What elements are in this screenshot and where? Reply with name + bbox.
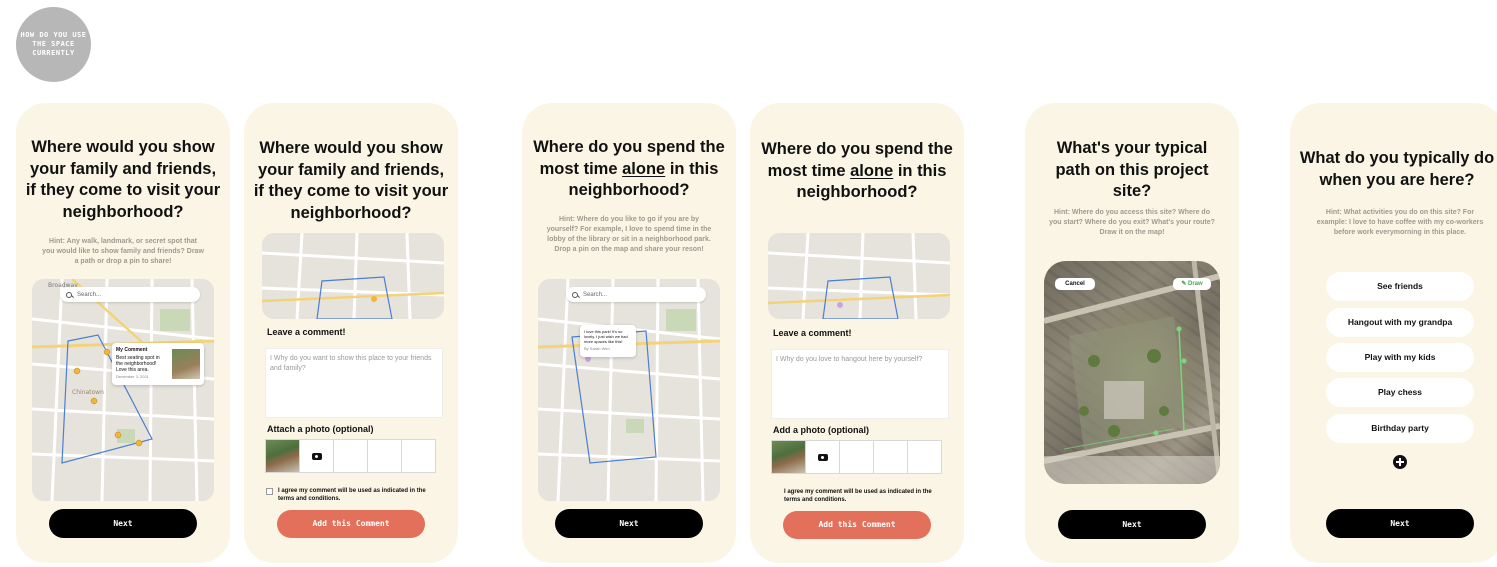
add-option-icon[interactable] [1393, 455, 1407, 469]
terms-agreement: I agree my comment will be used as indic… [266, 487, 442, 503]
camera-icon [817, 453, 828, 461]
map-preview [262, 233, 444, 319]
screen-title: Where would you show your family and fri… [253, 139, 449, 222]
next-button[interactable]: Next [1326, 509, 1474, 538]
cancel-button[interactable]: Cancel [1055, 278, 1095, 290]
camera-icon [311, 452, 322, 460]
aerial-graphic [1044, 261, 1220, 484]
hint-text: Hint: What activities you do on this sit… [1316, 209, 1484, 236]
screen-show-family-comment: Where would you show your family and fri… [244, 103, 458, 563]
screen-show-family-map: Where would you show your family and fri… [16, 103, 230, 563]
screen-title: What's your typical path on this project… [1055, 139, 1209, 200]
photo-label: Attach a photo (optional) [267, 424, 374, 434]
photo-thumbnail[interactable] [265, 439, 300, 473]
next-button[interactable]: Next [49, 509, 197, 538]
hint-text: Hint: Where do you like to go if you are… [546, 216, 712, 253]
map-graphic: Broadway Chinatown [32, 279, 214, 501]
option-hangout-grandpa[interactable]: Hangout with my grandpa [1326, 308, 1474, 337]
comment-label: Leave a comment! [267, 327, 346, 337]
next-button[interactable]: Next [555, 509, 703, 538]
add-photo-button[interactable] [805, 440, 840, 474]
screen-title: Where do you spend the most time alone i… [533, 138, 725, 199]
next-button[interactable]: Next [1058, 510, 1206, 539]
screen-activities: What do you typically do when you are he… [1290, 103, 1497, 563]
photo-slot[interactable] [367, 439, 402, 473]
screen-alone-map: Where do you spend the most time alone i… [522, 103, 736, 563]
add-comment-button[interactable]: Add this Comment [783, 511, 931, 539]
search-input[interactable]: Search... [60, 287, 200, 302]
photo-thumbnail[interactable] [771, 440, 806, 474]
add-photo-button[interactable] [299, 439, 334, 473]
terms-agreement: I agree my comment will be used as indic… [784, 489, 932, 503]
photo-slot[interactable] [907, 440, 942, 474]
comment-textarea[interactable]: I Why do you want to show this place to … [265, 348, 443, 418]
photo-slot[interactable] [401, 439, 436, 473]
option-play-chess[interactable]: Play chess [1326, 378, 1474, 407]
popup-photo [172, 349, 200, 379]
map-view[interactable]: Search... I love this park! It's so love… [538, 279, 720, 501]
search-icon [572, 291, 578, 298]
map-graphic [262, 233, 444, 319]
photo-slot[interactable] [333, 439, 368, 473]
comment-textarea[interactable]: I Why do you love to hangout here by you… [771, 349, 949, 419]
comment-popup[interactable]: I love this park! It's so lovely. I just… [580, 325, 636, 357]
photo-label: Add a photo (optional) [773, 425, 869, 435]
search-icon [66, 291, 72, 298]
hint-text: Hint: Any walk, landmark, or secret spot… [42, 238, 204, 265]
aerial-map[interactable]: Cancel ✎ Draw [1044, 261, 1220, 484]
comment-popup[interactable]: My Comment Best seating spot in the neig… [112, 343, 204, 385]
comment-label: Leave a comment! [773, 328, 852, 338]
draw-button[interactable]: ✎ Draw [1173, 278, 1211, 290]
svg-text:Chinatown: Chinatown [72, 389, 104, 396]
photo-slot[interactable] [873, 440, 908, 474]
option-play-kids[interactable]: Play with my kids [1326, 343, 1474, 372]
screen-title: What do you typically do when you are he… [1299, 149, 1495, 189]
map-view[interactable]: Broadway Chinatown Search... My Comment … [32, 279, 214, 501]
screen-alone-comment: Where do you spend the most time alone i… [750, 103, 964, 563]
photo-slots [771, 440, 942, 474]
map-graphic [538, 279, 720, 501]
screen-typical-path: What's your typical path on this project… [1025, 103, 1239, 563]
option-birthday-party[interactable]: Birthday party [1326, 414, 1474, 443]
search-input[interactable]: Search... [566, 287, 706, 302]
section-badge: HOW DO YOU USE THE SPACE CURRENTLY [16, 7, 91, 82]
photo-slot[interactable] [839, 440, 874, 474]
hint-text: Hint: Where do you access this site? Whe… [1049, 209, 1215, 236]
map-preview [768, 233, 950, 319]
pencil-icon: ✎ [1181, 281, 1189, 287]
map-graphic [768, 233, 950, 319]
terms-checkbox[interactable] [266, 487, 273, 495]
screen-title: Where would you show your family and fri… [25, 138, 221, 221]
option-see-friends[interactable]: See friends [1326, 272, 1474, 301]
screen-title: Where do you spend the most time alone i… [761, 140, 953, 201]
photo-slots [265, 439, 436, 473]
add-comment-button[interactable]: Add this Comment [277, 510, 425, 538]
